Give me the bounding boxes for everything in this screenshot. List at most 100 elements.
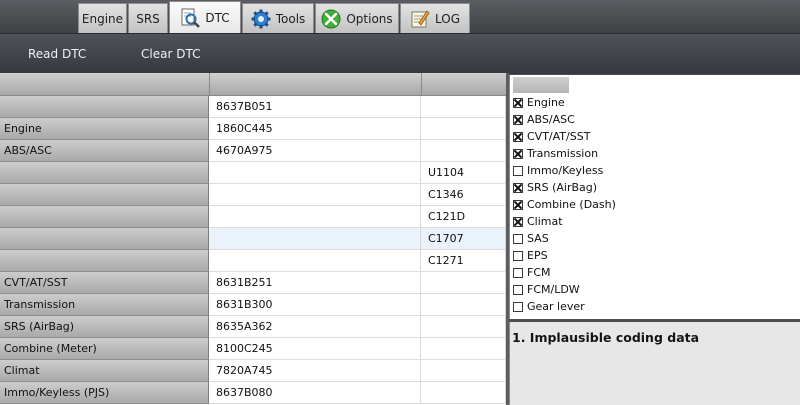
module-checkbox[interactable]: Transmission — [513, 145, 598, 162]
ecu-code-cell: 8637B051 — [209, 96, 421, 118]
table-row[interactable]: Climat 7820A745 — [0, 360, 506, 382]
table-row-selected[interactable]: C1707 — [0, 228, 506, 250]
module-checkbox[interactable]: Immo/Keyless — [513, 162, 603, 179]
module-checkbox[interactable]: ABS/ASC — [513, 111, 575, 128]
table-row[interactable]: C1346 — [0, 184, 506, 206]
ecu-code-cell — [209, 184, 421, 206]
module-checkbox[interactable]: FCM — [513, 264, 551, 281]
checkbox-box — [513, 199, 523, 210]
module-checkbox[interactable]: Engine — [513, 94, 565, 111]
ecu-code-cell: 8637B080 — [209, 382, 421, 404]
ecu-code-cell: 1860C445 — [209, 118, 421, 140]
row-header — [0, 206, 209, 228]
table-row[interactable]: ABS/ASC 4670A975 — [0, 140, 506, 162]
tab-label: Engine — [81, 11, 124, 26]
row-header: Transmission — [0, 294, 209, 316]
read-dtc-label: Read DTC — [28, 47, 87, 61]
tab-srs[interactable]: SRS — [128, 3, 168, 33]
grid-header-code[interactable] — [209, 73, 422, 95]
module-label: SAS — [527, 232, 549, 245]
table-row[interactable]: CVT/AT/SST 8631B251 — [0, 272, 506, 294]
table-row[interactable]: Combine (Meter) 8100C245 — [0, 338, 506, 360]
magnifier-icon — [180, 8, 201, 28]
module-label: Immo/Keyless — [527, 164, 604, 177]
module-label: Gear lever — [527, 300, 585, 313]
row-header: CVT/AT/SST — [0, 272, 209, 294]
ecu-code-cell: 8635A362 — [209, 316, 421, 338]
row-header — [0, 96, 209, 118]
dtc-cell — [421, 140, 506, 162]
row-header: ABS/ASC — [0, 140, 209, 162]
table-row[interactable]: C1271 — [0, 250, 506, 272]
module-checkbox[interactable]: EPS — [513, 247, 548, 264]
row-header: Combine (Meter) — [0, 338, 209, 360]
tab-tools[interactable]: Tools — [242, 3, 314, 33]
module-label: FCM — [527, 266, 551, 279]
dtc-cell: C1707 — [421, 228, 506, 250]
row-header: Immo/Keyless (PJS) — [0, 382, 209, 404]
dtc-cell — [421, 118, 506, 140]
clear-dtc-label: Clear DTC — [141, 47, 201, 61]
module-checkbox[interactable]: Gear lever — [513, 298, 585, 315]
grid-header-dtc[interactable] — [421, 73, 506, 95]
table-row[interactable]: SRS (AirBag) 8635A362 — [0, 316, 506, 338]
tab-label: Tools — [275, 11, 306, 26]
module-label: Combine (Dash) — [527, 198, 616, 211]
module-label: EPS — [527, 249, 548, 262]
dtc-cell — [421, 272, 506, 294]
grid-header-module[interactable] — [0, 73, 210, 95]
table-row[interactable]: U1104 — [0, 162, 506, 184]
dtc-cell: C121D — [421, 206, 506, 228]
checkbox-box — [513, 301, 523, 312]
table-row[interactable]: Immo/Keyless (PJS) 8637B080 — [0, 382, 506, 404]
row-header — [0, 184, 209, 206]
module-checkbox[interactable]: Climat — [513, 213, 563, 230]
table-row[interactable]: Engine 1860C445 — [0, 118, 506, 140]
message-text: 1. Implausible coding data — [512, 330, 700, 345]
row-header: SRS (AirBag) — [0, 316, 209, 338]
dtc-cell — [421, 96, 506, 118]
ecu-code-cell: 8631B300 — [209, 294, 421, 316]
module-checkbox[interactable]: FCM/LDW — [513, 281, 580, 298]
module-label: SRS (AirBag) — [527, 181, 598, 194]
module-label: ABS/ASC — [527, 113, 575, 126]
clear-dtc-button[interactable]: Clear DTC — [141, 34, 200, 74]
message-panel: 1. Implausible coding data — [509, 322, 800, 405]
table-row[interactable]: 8637B051 — [0, 96, 506, 118]
checkbox-box — [513, 233, 523, 244]
checkbox-box — [513, 250, 523, 261]
module-checklist: Engine ABS/ASC CVT/AT/SST Transmission I… — [509, 75, 800, 319]
dtc-cell: C1346 — [421, 184, 506, 206]
row-header: Climat — [0, 360, 209, 382]
ecu-code-cell: 7820A745 — [209, 360, 421, 382]
row-header — [0, 228, 209, 250]
tab-bar: Engine SRS DTC Tools Options LOG — [0, 0, 800, 33]
tab-log[interactable]: LOG — [400, 3, 470, 33]
toolbar: Read DTC Clear DTC — [0, 33, 800, 74]
options-icon — [321, 9, 341, 29]
checkbox-box — [513, 131, 523, 142]
module-label: Transmission — [527, 147, 599, 160]
checkbox-box — [513, 284, 523, 295]
read-dtc-button[interactable]: Read DTC — [28, 34, 86, 74]
module-checkbox[interactable]: SRS (AirBag) — [513, 179, 597, 196]
checkbox-box — [513, 148, 523, 159]
checkbox-box — [513, 114, 523, 125]
module-label: FCM/LDW — [527, 283, 580, 296]
dtc-cell: U1104 — [421, 162, 506, 184]
row-header — [0, 162, 209, 184]
dtc-cell — [421, 360, 506, 382]
tab-engine[interactable]: Engine — [78, 3, 127, 33]
tab-dtc[interactable]: DTC — [169, 1, 241, 33]
module-checkbox[interactable]: Combine (Dash) — [513, 196, 616, 213]
module-label: Engine — [527, 96, 565, 109]
module-label: Climat — [527, 215, 563, 228]
dtc-cell — [421, 316, 506, 338]
grid-header — [0, 73, 506, 96]
table-row[interactable]: C121D — [0, 206, 506, 228]
tab-options[interactable]: Options — [315, 3, 399, 33]
table-row[interactable]: Transmission 8631B300 — [0, 294, 506, 316]
module-checkbox[interactable]: CVT/AT/SST — [513, 128, 590, 145]
module-checkbox[interactable]: SAS — [513, 230, 549, 247]
checkbox-box — [513, 182, 523, 193]
